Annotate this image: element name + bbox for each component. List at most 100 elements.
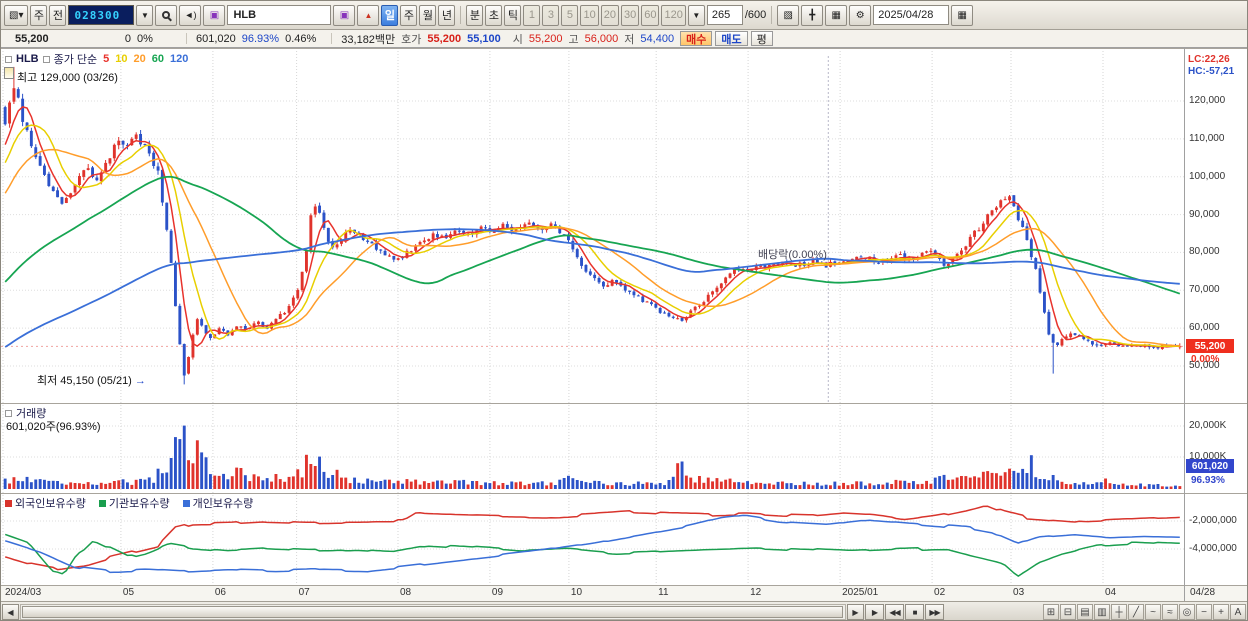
price-axis[interactable]: LC:22,26 HC:-57,21 55,200 0.00% 601,020 … (1184, 48, 1247, 601)
interval-3-button[interactable]: 3 (542, 4, 560, 26)
time-axis[interactable]: 2024/03 05 06 07 08 09 10 11 12 2025/01 02 03 04 (1, 585, 1184, 601)
chart-type-button[interactable]: ▧ ▾ (4, 4, 29, 26)
pattern-tool-icon[interactable]: ≈ (1162, 604, 1178, 620)
stock-name-field[interactable]: HLB (227, 5, 332, 25)
axis-tick-label: -4,000,000 (1189, 543, 1237, 554)
axis-tick-label: 10,000K (1189, 451, 1227, 462)
chart-scrollbar[interactable] (20, 604, 846, 620)
screen-split-icon[interactable]: ⊞ (1043, 604, 1059, 620)
axis-tick-label: -2,000,000 (1189, 515, 1237, 526)
screen-merge-icon[interactable]: ⊟ (1060, 604, 1076, 620)
sell-button[interactable]: 매도 (715, 31, 748, 46)
x-axis-label: 05 (122, 587, 135, 598)
zoom-out-icon[interactable]: − (1196, 604, 1212, 620)
ask-price: 55,200 (427, 32, 462, 45)
period-day-button[interactable]: 일 (381, 4, 399, 26)
grid-style-icon[interactable]: ▥ (1094, 604, 1110, 620)
save-chart-button[interactable]: ▦ (825, 4, 848, 26)
interval-30-button[interactable]: 30 (620, 4, 640, 26)
bottom-bar: ◀ ▶ ▶ ◀◀ ■ ▶▶ ⊞ ⊟ ▤ ▥ ┼ ╱ ~ ≈ ◎ − + A (1, 601, 1247, 620)
scroll-left-button[interactable]: ◀ (2, 604, 19, 620)
prev-stock-button[interactable]: ▣ (333, 4, 356, 26)
zoom-area-icon[interactable]: ◎ (1179, 604, 1195, 620)
end-date-label: 04/28 (1190, 587, 1216, 598)
stock-button[interactable]: 주 (30, 4, 48, 26)
crosshair-icon[interactable]: ┼ (1111, 604, 1127, 620)
buy-button[interactable]: 매수 (680, 31, 713, 46)
open-label: 시 (512, 33, 523, 46)
tick-button[interactable]: 틱 (504, 4, 522, 26)
compare-chart-button[interactable]: ▧ (777, 4, 800, 26)
axis-tick-label: 110,000 (1189, 132, 1225, 144)
minute-button[interactable]: 분 (466, 4, 484, 26)
period-month-button[interactable]: 월 (419, 4, 437, 26)
bid-price: 55,100 (467, 32, 501, 45)
x-axis-label: 2024/03 (5, 587, 42, 598)
x-axis-label: 10 (570, 587, 583, 598)
axis-tick-label: 20,000K (1189, 420, 1227, 431)
interval-60-button[interactable]: 60 (641, 4, 660, 26)
play-button[interactable]: ▶ (865, 604, 884, 620)
x-axis-label: 03 (1013, 587, 1025, 598)
period-year-button[interactable]: 년 (438, 4, 456, 26)
high-change-label: HC:-57,21 (1188, 66, 1235, 77)
x-axis-label: 2025/01 (842, 587, 879, 598)
trendline-icon[interactable]: ╱ (1128, 604, 1144, 620)
rewind-button[interactable]: ◀◀ (885, 604, 904, 620)
interval-1-button[interactable]: 1 (523, 4, 541, 26)
date-input[interactable]: 2025/04/28 (873, 5, 950, 25)
x-axis-label: 07 (298, 587, 310, 598)
separator (460, 6, 462, 24)
stop-button[interactable]: ■ (905, 604, 924, 620)
scrollbar-thumb[interactable] (22, 606, 843, 618)
period-week-button[interactable]: 주 (400, 4, 418, 26)
x-axis-label: 08 (399, 587, 412, 598)
price-change: 0 (124, 32, 131, 45)
second-button[interactable]: 초 (485, 4, 503, 26)
search-icon (162, 11, 171, 19)
sound-button[interactable]: ◄) (179, 4, 202, 26)
calendar-button[interactable]: ▦ (951, 4, 974, 26)
interval-120-button[interactable]: 120 (661, 4, 686, 26)
axis-tick-label: 80,000 (1189, 246, 1220, 258)
fast-forward-button[interactable]: ▶▶ (925, 604, 944, 620)
wave-tool-icon[interactable]: ~ (1145, 604, 1161, 620)
axis-tick-label: 60,000 (1189, 322, 1220, 334)
scroll-right-button[interactable]: ▶ (847, 604, 864, 620)
interval-10-button[interactable]: 10 (580, 4, 599, 26)
low-label: 저 (624, 33, 635, 46)
open-price: 55,200 (528, 32, 563, 45)
indicator-window-icon[interactable]: ▤ (1077, 604, 1093, 620)
prev-button[interactable]: 전 (49, 4, 67, 26)
text-tool-icon[interactable]: A (1230, 604, 1246, 620)
interval-5-button[interactable]: 5 (561, 4, 579, 26)
trade-value: 33,182백만 (341, 33, 396, 46)
code-dropdown-button[interactable]: ▼ (136, 4, 154, 26)
search-button[interactable] (155, 4, 178, 26)
hoga-label: 호가 (401, 33, 422, 46)
chart-canvas[interactable] (1, 1, 1248, 621)
axis-tick-label: 120,000 (1189, 95, 1226, 106)
axis-tick-label: 90,000 (1189, 208, 1220, 220)
avg-button[interactable]: 평 (750, 31, 773, 46)
separator (331, 33, 333, 44)
favorite-button[interactable]: ▣ (203, 4, 226, 26)
low-change-label: LC:22,26 (1188, 54, 1230, 65)
stock-code-input[interactable]: 028300 (68, 5, 135, 25)
turnover-pct: 0.46% (285, 32, 317, 45)
current-volume-pct: 96.93% (1191, 475, 1225, 486)
settings-button[interactable]: ⚙ (849, 4, 872, 26)
gear-icon: ⚙ (855, 9, 865, 21)
axis-tick-label: 100,000 (1189, 170, 1226, 182)
interval-20-button[interactable]: 20 (600, 4, 619, 26)
x-axis-label: 12 (750, 587, 762, 598)
crosshair-tool-button[interactable]: ╋ (801, 4, 824, 26)
alert-button[interactable]: ▲ (357, 4, 380, 26)
bar-count-input[interactable]: 265 (706, 5, 743, 25)
current-price-box: 55,200 (1186, 339, 1234, 354)
high-price: 56,000 (584, 32, 619, 45)
interval-dropdown-button[interactable]: ▼ (687, 4, 705, 26)
zoom-in-icon[interactable]: + (1213, 604, 1229, 620)
volume-ratio: 96.93% (241, 32, 280, 45)
separator (771, 6, 773, 24)
